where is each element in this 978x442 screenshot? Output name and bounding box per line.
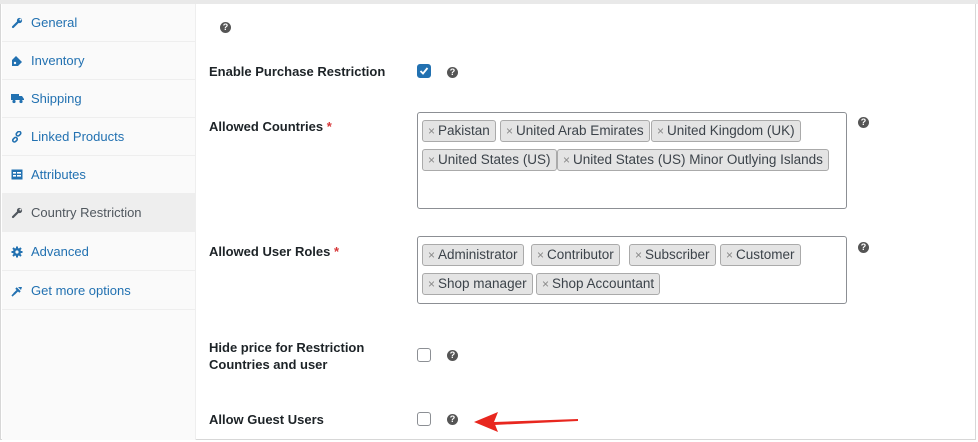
- allow-guest-users-label: Allow Guest Users: [209, 412, 324, 427]
- country-restriction-panel: ? Enable Purchase Restriction ? Allowed …: [196, 4, 976, 440]
- remove-tag-icon[interactable]: ×: [635, 248, 642, 262]
- help-icon[interactable]: ?: [220, 22, 231, 33]
- role-tag-subscriber[interactable]: × Subscriber: [629, 244, 716, 266]
- tag-icon: [10, 54, 24, 68]
- help-icon[interactable]: ?: [447, 414, 458, 425]
- sidebar-item-label: Attributes: [31, 167, 86, 182]
- wrench-icon: [10, 206, 24, 220]
- role-tag-shop-accountant[interactable]: × Shop Accountant: [536, 273, 661, 295]
- remove-tag-icon[interactable]: ×: [428, 124, 435, 138]
- country-tag-us[interactable]: × United States (US): [422, 149, 557, 171]
- allowed-countries-select[interactable]: × Pakistan × United Arab Emirates × United …: [417, 112, 847, 209]
- sidebar-item-general[interactable]: General: [2, 4, 195, 42]
- allowed-countries-label: Allowed Countries *: [209, 119, 332, 134]
- role-tag-administrator[interactable]: × Administrator: [422, 244, 524, 266]
- sidebar-item-label: General: [31, 15, 78, 30]
- required-mark: *: [334, 244, 340, 259]
- allowed-user-roles-select[interactable]: × Administrator × Contributor × Subscriber …: [417, 236, 847, 304]
- role-tag-shop-manager[interactable]: × Shop manager: [422, 273, 533, 295]
- enable-purchase-restriction-checkbox[interactable]: [417, 64, 431, 78]
- wrench-icon: [10, 16, 24, 30]
- plugin-icon: [10, 284, 24, 298]
- sidebar-item-shipping[interactable]: Shipping: [2, 80, 195, 118]
- allow-guest-users-checkbox[interactable]: [417, 412, 431, 426]
- sidebar-item-label: Shipping: [31, 91, 82, 106]
- role-tag-customer[interactable]: × Customer: [720, 244, 801, 266]
- enable-purchase-restriction-label: Enable Purchase Restriction: [209, 64, 386, 79]
- hide-price-label: Hide price for Restriction Countries and …: [209, 340, 365, 372]
- remove-tag-icon[interactable]: ×: [428, 277, 435, 291]
- gear-icon: [10, 245, 24, 259]
- sidebar-item-country-restriction[interactable]: Country Restriction: [2, 194, 195, 232]
- sidebar-item-label: Get more options: [31, 283, 131, 298]
- annotation-arrow-icon: [474, 412, 578, 432]
- role-tag-contributor[interactable]: × Contributor: [531, 244, 620, 266]
- product-data-tabs: General Inventory Shipping Linked Produc…: [2, 4, 196, 440]
- remove-tag-icon[interactable]: ×: [537, 248, 544, 262]
- truck-icon: [10, 92, 24, 106]
- sidebar-item-get-more-options[interactable]: Get more options: [2, 272, 195, 310]
- remove-tag-icon[interactable]: ×: [726, 248, 733, 262]
- sidebar-item-label: Country Restriction: [31, 205, 142, 220]
- country-tag-us-minor-outlying-islands[interactable]: × United States (US) Minor Outlying Islan…: [557, 149, 829, 171]
- help-icon[interactable]: ?: [447, 67, 458, 78]
- remove-tag-icon[interactable]: ×: [506, 124, 513, 138]
- sidebar-item-attributes[interactable]: Attributes: [2, 156, 195, 194]
- sidebar-item-label: Inventory: [31, 53, 85, 68]
- sidebar-item-linked-products[interactable]: Linked Products: [2, 118, 195, 156]
- help-icon[interactable]: ?: [858, 117, 869, 128]
- sidebar-item-label: Advanced: [31, 244, 89, 259]
- table-icon: [10, 168, 24, 182]
- sidebar-item-advanced[interactable]: Advanced: [2, 233, 195, 271]
- remove-tag-icon[interactable]: ×: [542, 277, 549, 291]
- allowed-user-roles-label: Allowed User Roles *: [209, 244, 340, 259]
- country-tag-uae[interactable]: × United Arab Emirates: [500, 120, 650, 142]
- sidebar-item-label: Linked Products: [31, 129, 125, 144]
- country-tag-pakistan[interactable]: × Pakistan: [422, 120, 496, 142]
- help-icon[interactable]: ?: [447, 350, 458, 361]
- help-icon[interactable]: ?: [858, 242, 869, 253]
- remove-tag-icon[interactable]: ×: [428, 248, 435, 262]
- country-tag-uk[interactable]: × United Kingdom (UK): [651, 120, 801, 142]
- remove-tag-icon[interactable]: ×: [428, 153, 435, 167]
- remove-tag-icon[interactable]: ×: [657, 124, 664, 138]
- remove-tag-icon[interactable]: ×: [563, 153, 570, 167]
- required-mark: *: [326, 119, 332, 134]
- hide-price-checkbox[interactable]: [417, 348, 431, 362]
- link-icon: [10, 130, 24, 144]
- sidebar-item-inventory[interactable]: Inventory: [2, 42, 195, 80]
